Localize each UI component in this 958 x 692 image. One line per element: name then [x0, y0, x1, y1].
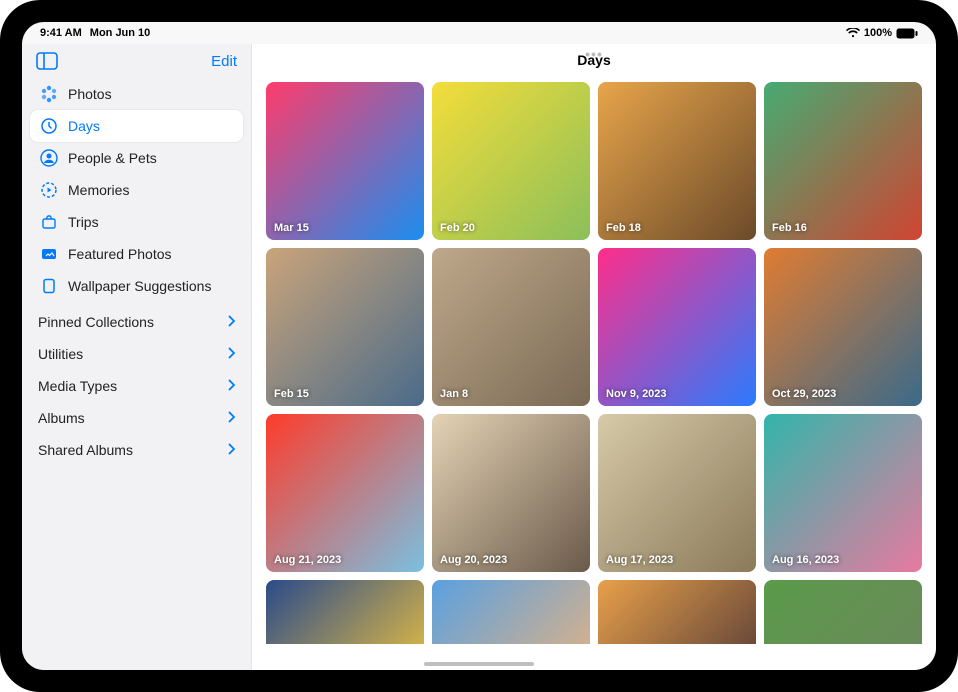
person-icon [40, 149, 58, 167]
battery-percentage: 100% [864, 27, 892, 39]
suitcase-icon [40, 213, 58, 231]
day-tile[interactable]: Feb 15 [266, 248, 424, 406]
chevron-right-icon [227, 346, 235, 362]
day-tile[interactable] [432, 580, 590, 644]
day-tile[interactable]: Aug 17, 2023 [598, 414, 756, 572]
section-albums[interactable]: Albums [22, 402, 251, 434]
tile-date-label: Feb 15 [274, 388, 309, 400]
day-tile[interactable]: Aug 20, 2023 [432, 414, 590, 572]
sidebar: Edit Photos Days [22, 44, 252, 670]
drag-handle-icon[interactable]: ••• [585, 46, 603, 62]
main-content: ••• Days Mar 15Feb 20Feb 18Feb 16Feb 15J… [252, 44, 936, 670]
tile-date-label: Aug 17, 2023 [606, 554, 673, 566]
sidebar-item-days[interactable]: Days [30, 110, 243, 142]
sidebar-item-memories[interactable]: Memories [30, 174, 243, 206]
section-pinned-collections[interactable]: Pinned Collections [22, 306, 251, 338]
tile-date-label: Nov 9, 2023 [606, 388, 667, 400]
tile-date-label: Jan 8 [440, 388, 468, 400]
sidebar-item-wallpaper-suggestions[interactable]: Wallpaper Suggestions [30, 270, 243, 302]
tile-date-label: Feb 20 [440, 222, 475, 234]
day-tile[interactable]: Mar 15 [266, 82, 424, 240]
day-tile[interactable]: Aug 16, 2023 [764, 414, 922, 572]
edit-button[interactable]: Edit [211, 53, 237, 70]
screen: 9:41 AM Mon Jun 10 100% Edit [22, 22, 936, 670]
day-tile[interactable]: Feb 18 [598, 82, 756, 240]
tile-date-label: Oct 29, 2023 [772, 388, 836, 400]
day-tile[interactable]: Feb 16 [764, 82, 922, 240]
sidebar-item-featured-photos[interactable]: Featured Photos [30, 238, 243, 270]
tile-date-label: Aug 16, 2023 [772, 554, 839, 566]
chevron-right-icon [227, 314, 235, 330]
status-bar: 9:41 AM Mon Jun 10 100% [22, 22, 936, 44]
status-time: 9:41 AM [40, 27, 82, 39]
tile-date-label: Feb 18 [606, 222, 641, 234]
wallpaper-icon [40, 277, 58, 295]
sidebar-item-label: Trips [68, 214, 99, 230]
day-tile[interactable] [598, 580, 756, 644]
tile-date-label: Aug 20, 2023 [440, 554, 507, 566]
tile-date-label: Feb 16 [772, 222, 807, 234]
day-tile[interactable]: Aug 21, 2023 [266, 414, 424, 572]
wifi-icon [846, 28, 860, 38]
device-frame: 9:41 AM Mon Jun 10 100% Edit [0, 0, 958, 692]
section-label: Utilities [38, 346, 83, 362]
chevron-right-icon [227, 410, 235, 426]
day-tile[interactable] [764, 580, 922, 644]
section-shared-albums[interactable]: Shared Albums [22, 434, 251, 466]
clock-icon [40, 117, 58, 135]
section-utilities[interactable]: Utilities [22, 338, 251, 370]
tile-date-label: Aug 21, 2023 [274, 554, 341, 566]
sidebar-nav: Photos Days People & Pets [22, 74, 251, 306]
sidebar-item-people-pets[interactable]: People & Pets [30, 142, 243, 174]
day-tile[interactable]: Oct 29, 2023 [764, 248, 922, 406]
sidebar-item-trips[interactable]: Trips [30, 206, 243, 238]
photo-grid-scroll[interactable]: Mar 15 Feb 20 Feb 18 Feb 16 Feb 15 Jan 8 Nov 9… [252, 72, 936, 670]
day-tile[interactable]: Jan 8 [432, 248, 590, 406]
sidebar-item-label: Memories [68, 182, 129, 198]
section-label: Pinned Collections [38, 314, 154, 330]
section-label: Albums [38, 410, 85, 426]
section-label: Shared Albums [38, 442, 133, 458]
sidebar-item-label: Featured Photos [68, 246, 172, 262]
chevron-right-icon [227, 442, 235, 458]
day-tile[interactable]: Nov 9, 2023 [598, 248, 756, 406]
tile-date-label: Mar 15 [274, 222, 309, 234]
sidebar-sections: Pinned Collections Utilities Media Types [22, 306, 251, 466]
day-tile[interactable] [266, 580, 424, 644]
memories-icon [40, 181, 58, 199]
section-label: Media Types [38, 378, 117, 394]
chevron-right-icon [227, 378, 235, 394]
featured-icon [40, 245, 58, 263]
section-media-types[interactable]: Media Types [22, 370, 251, 402]
sidebar-item-label: People & Pets [68, 150, 157, 166]
sidebar-item-label: Photos [68, 86, 112, 102]
sidebar-item-photos[interactable]: Photos [30, 78, 243, 110]
photo-grid: Mar 15 Feb 20 Feb 18 Feb 16 Feb 15 Jan 8 Nov 9… [266, 82, 922, 644]
status-date: Mon Jun 10 [90, 27, 151, 39]
day-tile[interactable]: Feb 20 [432, 82, 590, 240]
sidebar-item-label: Wallpaper Suggestions [68, 278, 211, 294]
home-indicator[interactable] [424, 662, 534, 666]
sidebar-toggle-icon[interactable] [36, 52, 58, 70]
photos-icon [40, 85, 58, 103]
sidebar-item-label: Days [68, 118, 100, 134]
battery-icon [896, 28, 918, 39]
